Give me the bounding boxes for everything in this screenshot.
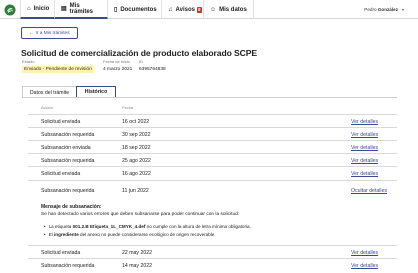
file-icon: ▯ — [114, 7, 118, 13]
table-row: Subsanación requerida 25 ago 2022 Ver de… — [28, 153, 397, 166]
row-type: Subsanación requerida — [41, 188, 95, 194]
column-header-date: Fecha — [122, 105, 134, 110]
table-row: Subsanación requerida 14 may 2022 Ver de… — [28, 258, 397, 271]
list-item: • El ingrediente del anexo no puede consi… — [44, 232, 216, 237]
list-item: • La etiqueta 001.2.B Etiqueta_1L_CMYK_4.… — [44, 224, 251, 229]
row-date: 16 oct 2022 — [122, 119, 150, 125]
nav-tab-avisos[interactable]: ♫ Avisos 8 — [162, 0, 204, 19]
row-date: 18 sep 2022 — [122, 145, 151, 151]
bullet-icon: • — [44, 232, 46, 237]
row-type: Subsanación requerida — [41, 263, 95, 269]
row-type: Subsanación enviada — [41, 145, 91, 151]
view-details-link[interactable]: Ver detalles — [351, 145, 378, 151]
status-value: Enviado - Pendiente de revisión — [22, 66, 94, 73]
view-details-link[interactable]: Ver detalles — [351, 119, 378, 125]
user-icon: ☺ — [210, 6, 217, 13]
nav-tab-label: Avisos — [175, 6, 195, 13]
user-menu[interactable]: Pedro González — [364, 7, 398, 12]
row-type: Solicitud enviada — [41, 250, 81, 256]
row-date: 16 ago 2022 — [122, 171, 151, 177]
home-icon: ⌂ — [27, 5, 31, 12]
view-details-link[interactable]: Ver detalles — [351, 263, 378, 269]
notification-badge: 8 — [196, 6, 202, 13]
view-details-link[interactable]: Ver detalles — [351, 171, 378, 177]
row-date: 25 ago 2022 — [122, 158, 151, 164]
tabs-divider — [22, 97, 397, 98]
row-type: Solicitud enviada — [41, 119, 81, 125]
row-date: 30 sep 2022 — [122, 132, 151, 138]
row-date: 22 may 2022 — [122, 250, 152, 256]
label-file-name: 001.2.B Etiqueta_1L_CMYK_4.def — [72, 224, 146, 229]
user-first-name: Pedro — [364, 7, 377, 12]
column-header-action: Acción — [41, 105, 54, 110]
nav-tab-label: Mis datos — [219, 6, 247, 13]
hide-details-link[interactable]: Ocultar detalles — [351, 188, 387, 194]
top-nav: ⌂ Inicio ▤ Mis trámites ▯ Documentos ♫ A… — [0, 0, 418, 19]
nav-tab-mis-datos[interactable]: ☺ Mis datos — [204, 0, 254, 19]
nav-tab-label: Inicio — [33, 5, 50, 12]
id-label: ID — [139, 59, 143, 64]
nav-tab-mis-tramites[interactable]: ▤ Mis trámites — [55, 0, 108, 19]
view-details-link[interactable]: Ver detalles — [351, 250, 378, 256]
table-row: Solicitud enviada 16 oct 2022 Ver detall… — [28, 114, 397, 127]
page-title: Solicitud de comercialización de product… — [21, 48, 258, 58]
view-details-link[interactable]: Ver detalles — [351, 132, 378, 138]
ingredient-word: ingrediente — [53, 232, 79, 237]
start-date-label: Fecha de inicio — [103, 59, 130, 64]
status-badge: Enviado - Pendiente de revisión — [22, 66, 94, 73]
correction-message-title: Mensaje de subsanación: — [41, 204, 102, 210]
row-date: 11 jun 2022 — [122, 188, 149, 194]
bell-icon: ♫ — [168, 6, 173, 13]
document-icon: ▤ — [61, 6, 67, 12]
nav-tab-label: Mis trámites — [69, 2, 94, 15]
table-row: Subsanación enviada 18 sep 2022 Ver deta… — [28, 140, 397, 153]
row-type: Subsanación requerida — [41, 132, 95, 138]
table-row-expanded: Subsanación requerida 11 jun 2022 Oculta… — [28, 180, 397, 198]
table-row: Solicitud enviada 16 ago 2022 Ver detall… — [28, 166, 397, 179]
nav-tab-inicio[interactable]: ⌂ Inicio — [20, 0, 55, 19]
row-type: Subsanación requerida — [41, 158, 95, 164]
nav-tab-documentos[interactable]: ▯ Documentos — [108, 0, 162, 19]
table-row: Subsanación requerida 30 sep 2022 Ver de… — [28, 127, 397, 140]
back-to-tramites-button[interactable]: ← Ir a Mis trámites — [21, 27, 78, 39]
table-row: Solicitud enviada 22 may 2022 Ver detall… — [28, 245, 397, 258]
user-last-name: González — [377, 7, 398, 12]
bullet-icon: • — [44, 224, 46, 229]
view-details-link[interactable]: Ver detalles — [351, 158, 378, 164]
correction-message-body: Se han detectado varios errores que debe… — [41, 212, 240, 217]
nav-tab-label: Documentos — [120, 6, 157, 13]
row-date: 14 may 2022 — [122, 263, 152, 269]
logo-icon[interactable] — [4, 4, 16, 16]
id-value: 6395764838 — [139, 67, 166, 72]
start-date-value: 4 marzo 2021 — [103, 67, 133, 72]
chevron-down-icon[interactable]: ▾ — [402, 7, 404, 12]
row-type: Solicitud enviada — [41, 171, 81, 177]
status-label: Estado — [22, 59, 35, 64]
